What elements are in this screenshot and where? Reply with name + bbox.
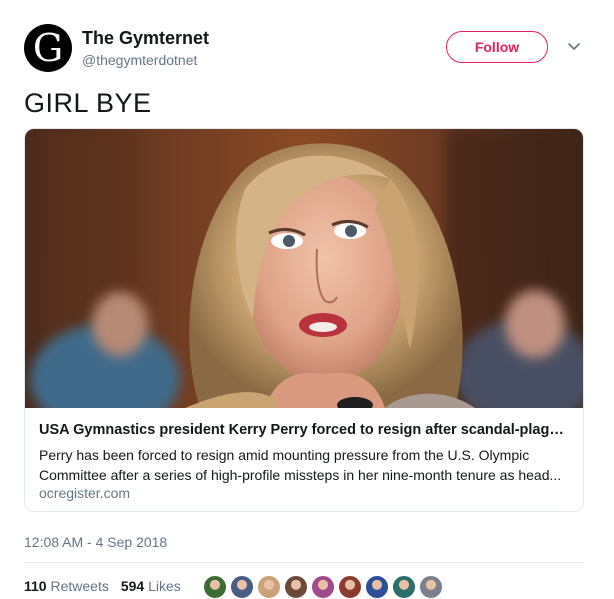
card-domain: ocregister.com [39, 485, 131, 501]
likes-count: 594 [120, 578, 145, 594]
avatar-letter: G [32, 26, 64, 70]
liker-avatar[interactable] [419, 575, 443, 599]
liker-avatar[interactable] [365, 575, 389, 599]
card-image[interactable] [25, 129, 583, 408]
link-card[interactable]: USA Gymnastics president Kerry Perry for… [24, 128, 584, 512]
card-title[interactable]: USA Gymnastics president Kerry Perry for… [39, 422, 569, 438]
tweet-text: GIRL BYE [24, 88, 152, 118]
retweets-count: 110 [24, 578, 47, 594]
likes-stat[interactable]: 594 Likes [121, 578, 181, 594]
liker-avatar[interactable] [284, 575, 308, 599]
tweet: G The Gymternet @thegymterdotnet Follow … [0, 0, 614, 599]
liker-avatar[interactable] [338, 575, 362, 599]
liker-avatar[interactable] [230, 575, 254, 599]
liker-avatar[interactable] [392, 575, 416, 599]
avatar[interactable]: G [24, 24, 72, 72]
likes-label: Likes [148, 578, 181, 594]
follow-button[interactable]: Follow [446, 31, 548, 63]
card-description: Perry has been forced to resign amid mou… [39, 447, 562, 483]
liker-avatars [203, 575, 443, 599]
liker-avatar[interactable] [257, 575, 281, 599]
divider [24, 562, 584, 563]
timestamp[interactable]: 12:08 AM - 4 Sep 2018 [24, 534, 167, 550]
display-name[interactable]: The Gymternet [82, 28, 209, 49]
news-photo [25, 129, 583, 408]
retweets-stat[interactable]: 110 Retweets [24, 578, 109, 594]
liker-avatar[interactable] [311, 575, 335, 599]
chevron-down-icon[interactable] [566, 40, 582, 54]
engagement-stats: 110 Retweets 594 Likes [24, 578, 181, 594]
user-handle[interactable]: @thegymterdotnet [82, 52, 197, 68]
liker-avatar[interactable] [203, 575, 227, 599]
retweets-label: Retweets [50, 578, 109, 594]
